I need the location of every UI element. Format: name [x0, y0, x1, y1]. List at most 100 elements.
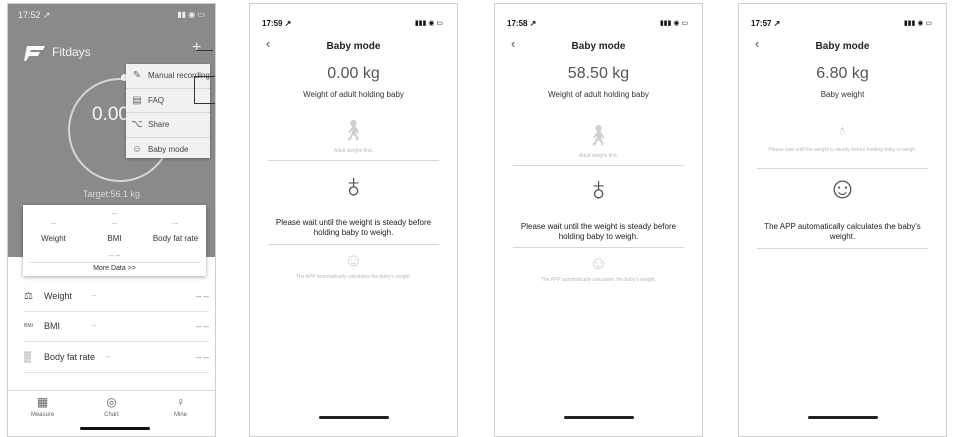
divider [513, 165, 684, 166]
metric-value: -- [112, 221, 117, 228]
step-wait-hint: Please wait until the weight is steady b… [520, 222, 677, 241]
tab-label: Measure [30, 412, 55, 418]
menu-item-label: Baby mode [148, 144, 189, 154]
menu-item-label: Share [148, 120, 170, 130]
list-item-body-fat[interactable]: ▒ Body fat rate -- -- -- [24, 342, 209, 373]
row-label: Weight [44, 291, 72, 301]
divider [268, 160, 439, 161]
status-icons: ▮▮ ◉ ▭ [177, 10, 205, 19]
status-icons: ▮▮▮ ◉ ▭ [903, 20, 932, 27]
weight-readout: 58.50 kg [567, 65, 630, 82]
tab-label: Chart [104, 412, 119, 418]
metric-bmi: -- BMI [84, 205, 145, 243]
status-time: 17:57 ↗ [751, 19, 781, 28]
step-adult-hint: Adult weighs first. [333, 148, 374, 154]
menu-item-baby-mode[interactable]: ☺ Baby mode [126, 138, 210, 162]
divider [268, 244, 439, 245]
metrics-card: -- -- Weight -- BMI -- Body fat rate -- … [23, 205, 206, 276]
list-item-weight[interactable]: ⚖ Weight -- -- -- [24, 281, 209, 312]
step-wait-hint: Please wait until the weight is steady b… [768, 147, 917, 153]
menu-item-label: FAQ [148, 95, 165, 105]
status-time: 17:58 ↗ [507, 19, 537, 28]
app-name: Fitdays [52, 45, 91, 59]
more-data-link[interactable]: More Data >> [23, 265, 206, 272]
baby-icon: ☺ [589, 253, 608, 273]
baby-icon: ☺ [827, 172, 858, 205]
home-indicator [80, 427, 150, 430]
step-app-hint: The APP automatically calculates the bab… [764, 222, 921, 241]
bmi-icon: BMI [24, 323, 33, 329]
scale-icon: ⚖ [24, 290, 33, 302]
row-label: BMI [44, 321, 61, 331]
adult-holding-baby-icon: ♁ [340, 167, 367, 205]
adult-holding-baby-icon: ♁ [836, 122, 849, 139]
row-mid: -- [92, 292, 97, 300]
divider [757, 168, 928, 169]
weight-readout: 6.80 kg [816, 65, 869, 82]
row-value: -- -- [196, 352, 209, 362]
row-value: -- -- [196, 291, 209, 301]
tab-label: Mine [173, 412, 187, 418]
page-title: Baby mode [326, 41, 381, 52]
page-title: Baby mode [815, 41, 870, 52]
baby-mode-screen-adult: 17:58 ↗ ▮▮▮ ◉ ▭ ‹ Baby mode 58.50 kg Wei… [494, 3, 703, 437]
chart-icon: ◎ [106, 395, 117, 409]
fitdays-home-screen: 17:52 ↗ ▮▮ ◉ ▭ Fitdays + 0.00 Target:56.… [7, 3, 216, 437]
tab-chart[interactable]: ◎ Chart [77, 391, 146, 427]
metric-value: -- [173, 221, 178, 228]
tab-mine[interactable]: ♀ Mine [146, 391, 215, 427]
row-mid: -- [92, 322, 97, 330]
tab-bar: ▦ Measure ◎ Chart ♀ Mine [8, 390, 215, 427]
metric-value: -- [51, 221, 56, 228]
baby-mode-screen-result: 17:57 ↗ ▮▮▮ ◉ ▭ ‹ Baby mode 6.80 kg Baby… [738, 3, 947, 437]
row-mid: -- [106, 353, 111, 361]
metric-label: Body fat rate [152, 234, 199, 243]
metric-body-fat: -- Body fat rate [145, 205, 206, 243]
highlight-box [194, 76, 215, 104]
share-icon: ⌥ [131, 119, 143, 131]
measure-icon: ▦ [36, 395, 49, 409]
menu-item-share[interactable]: ⌥ Share [126, 113, 210, 138]
tab-measure[interactable]: ▦ Measure [8, 391, 77, 427]
step-app-hint: The APP automatically calculates the bab… [295, 274, 412, 280]
plus-icon[interactable]: + [192, 40, 201, 56]
baby-icon: ☺ [344, 250, 363, 270]
step-wait-hint: Please wait until the weight is steady b… [275, 218, 432, 237]
row-label: Body fat rate [44, 352, 96, 362]
target-weight: Target:56.1 kg [82, 189, 141, 199]
weight-readout: 0.00 kg [327, 65, 380, 82]
baby-mode-screen-empty: 17:59 ↗ ▮▮▮ ◉ ▭ ‹ Baby mode 0.00 kg Weig… [249, 3, 458, 437]
card-mid-dash: -- -- [108, 253, 121, 260]
weight-description: Weight of adult holding baby [548, 90, 649, 99]
fitdays-logo-icon [24, 46, 45, 61]
weight-description: Baby weight [820, 90, 865, 99]
adult-holding-baby-icon: ♁ [585, 170, 612, 208]
home-indicator [564, 416, 634, 419]
gauge-value: 0.00 [92, 104, 129, 125]
edit-icon: ✎ [132, 70, 142, 82]
divider [29, 262, 200, 263]
metric-weight: -- Weight [23, 205, 84, 243]
status-icons: ▮▮▮ ◉ ▭ [414, 20, 443, 27]
divider [757, 248, 928, 249]
list-item-bmi[interactable]: BMI BMI -- -- -- [24, 311, 209, 342]
highlight-line [196, 50, 213, 51]
adult-icon: 🚶︎ [340, 120, 367, 142]
step-adult-hint: Adult weighs first. [578, 153, 619, 159]
status-time: 17:52 ↗ [18, 10, 51, 20]
home-indicator [808, 416, 878, 419]
baby-icon: ☺ [131, 143, 143, 155]
metric-label: BMI [107, 234, 122, 243]
fat-icon: ▒ [24, 351, 32, 363]
step-app-hint: The APP automatically calculates the bab… [540, 277, 657, 283]
person-icon: ♀ [176, 395, 185, 409]
metric-label: Weight [41, 234, 66, 243]
weight-description: Weight of adult holding baby [303, 90, 404, 99]
divider [513, 247, 684, 248]
page-title: Baby mode [571, 41, 626, 52]
home-indicator [319, 416, 389, 419]
row-value: -- -- [196, 321, 209, 331]
book-icon: ▤ [132, 94, 142, 106]
status-time: 17:59 ↗ [262, 19, 292, 28]
adult-icon: 🚶︎ [585, 125, 612, 147]
